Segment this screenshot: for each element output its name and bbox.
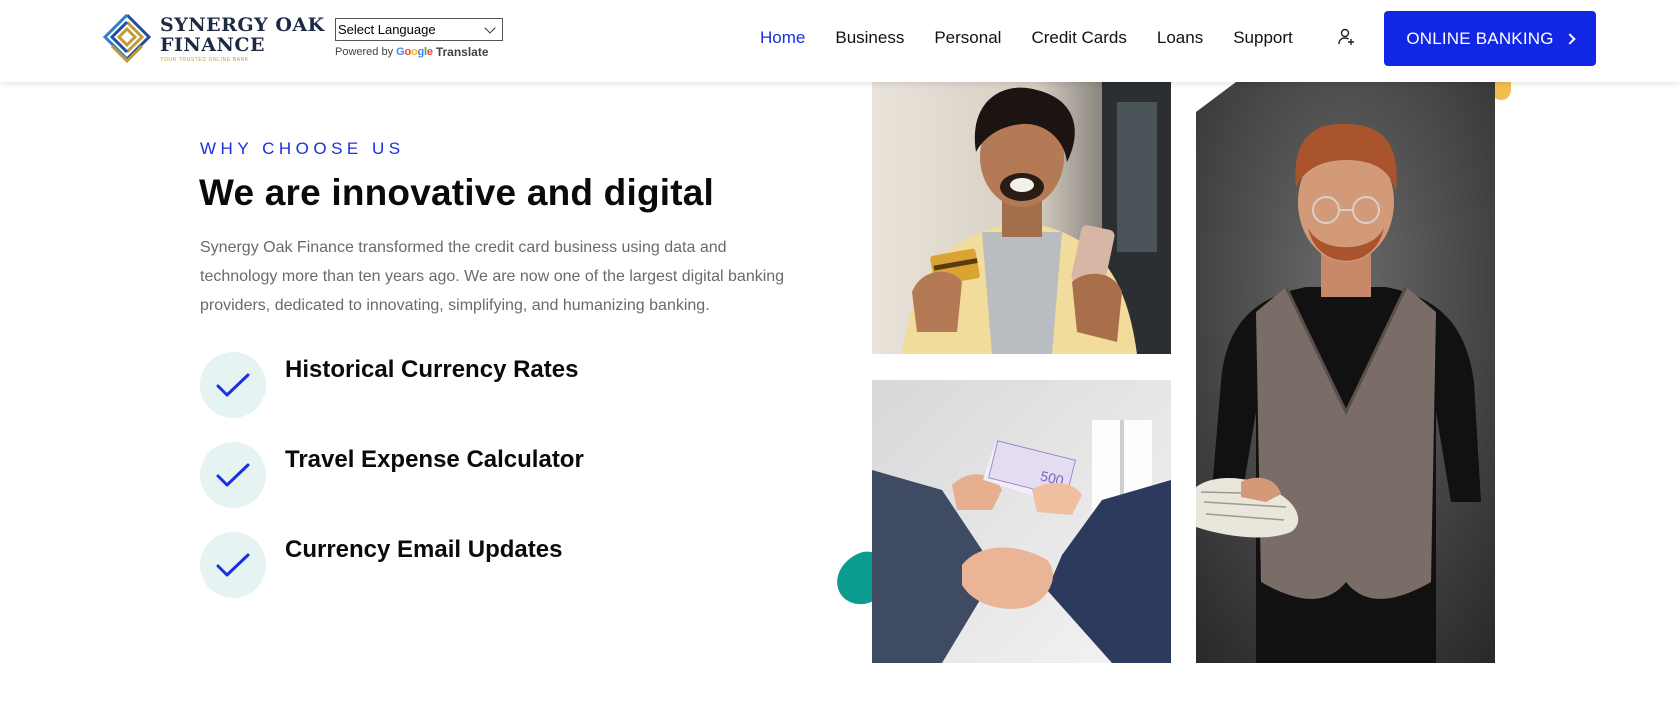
feature-item: Travel Expense Calculator xyxy=(200,442,584,508)
feature-title: Currency Email Updates xyxy=(285,536,563,563)
powered-by-label: Powered by xyxy=(335,46,394,58)
nav-item-support[interactable]: Support xyxy=(1233,28,1293,48)
check-icon xyxy=(216,373,250,397)
feature-item: Historical Currency Rates xyxy=(200,352,578,418)
chevron-down-icon xyxy=(484,21,496,34)
section-intro: Synergy Oak Finance transformed the cred… xyxy=(200,239,785,314)
brand-tagline: YOUR TRUSTED ONLINE BANK xyxy=(160,57,249,63)
check-badge xyxy=(200,442,266,508)
check-badge xyxy=(200,352,266,418)
nav-item-home[interactable]: Home xyxy=(760,28,805,48)
logo-text: SYNERGY OAK FINANCE YOUR TRUSTED ONLINE … xyxy=(160,15,325,63)
brand-logo[interactable]: SYNERGY OAK FINANCE YOUR TRUSTED ONLINE … xyxy=(102,12,325,66)
photo-handshake-money: 500 xyxy=(872,380,1171,663)
section-eyebrow: WHY CHOOSE US xyxy=(200,139,405,158)
powered-by-google: Powered by Google Translate xyxy=(335,45,503,59)
translate-link[interactable]: Translate xyxy=(436,45,489,59)
photo-man-holding-cash xyxy=(1196,82,1495,663)
chevron-right-icon xyxy=(1564,32,1576,45)
check-icon xyxy=(216,553,250,577)
site-header: SYNERGY OAK FINANCE YOUR TRUSTED ONLINE … xyxy=(0,0,1680,82)
online-banking-button[interactable]: ONLINE BANKING xyxy=(1384,11,1596,66)
brand-name-line1: SYNERGY OAK xyxy=(160,14,325,36)
check-icon xyxy=(216,463,250,487)
nav-item-business[interactable]: Business xyxy=(835,28,904,48)
nav-item-personal[interactable]: Personal xyxy=(934,28,1001,48)
feature-item: Currency Email Updates xyxy=(200,532,562,598)
language-select-value: Select Language xyxy=(338,22,436,37)
brand-name-line2: FINANCE xyxy=(160,34,265,56)
main-nav: Home Business Personal Credit Cards Loan… xyxy=(760,28,1293,48)
nav-item-credit-cards[interactable]: Credit Cards xyxy=(1031,28,1126,48)
language-widget: Select Language Powered by Google Transl… xyxy=(335,18,503,59)
nav-item-loans[interactable]: Loans xyxy=(1157,28,1203,48)
google-logo[interactable]: Google xyxy=(396,46,433,58)
photo-man-with-card-and-phone xyxy=(872,82,1171,354)
check-badge xyxy=(200,532,266,598)
online-banking-label: ONLINE BANKING xyxy=(1406,28,1554,48)
language-select[interactable]: Select Language xyxy=(335,18,503,41)
feature-title: Historical Currency Rates xyxy=(285,356,579,383)
logo-mark-icon xyxy=(102,13,152,64)
section-title: We are innovative and digital xyxy=(199,172,715,213)
user-plus-icon[interactable] xyxy=(1338,28,1356,46)
feature-title: Travel Expense Calculator xyxy=(285,446,584,473)
